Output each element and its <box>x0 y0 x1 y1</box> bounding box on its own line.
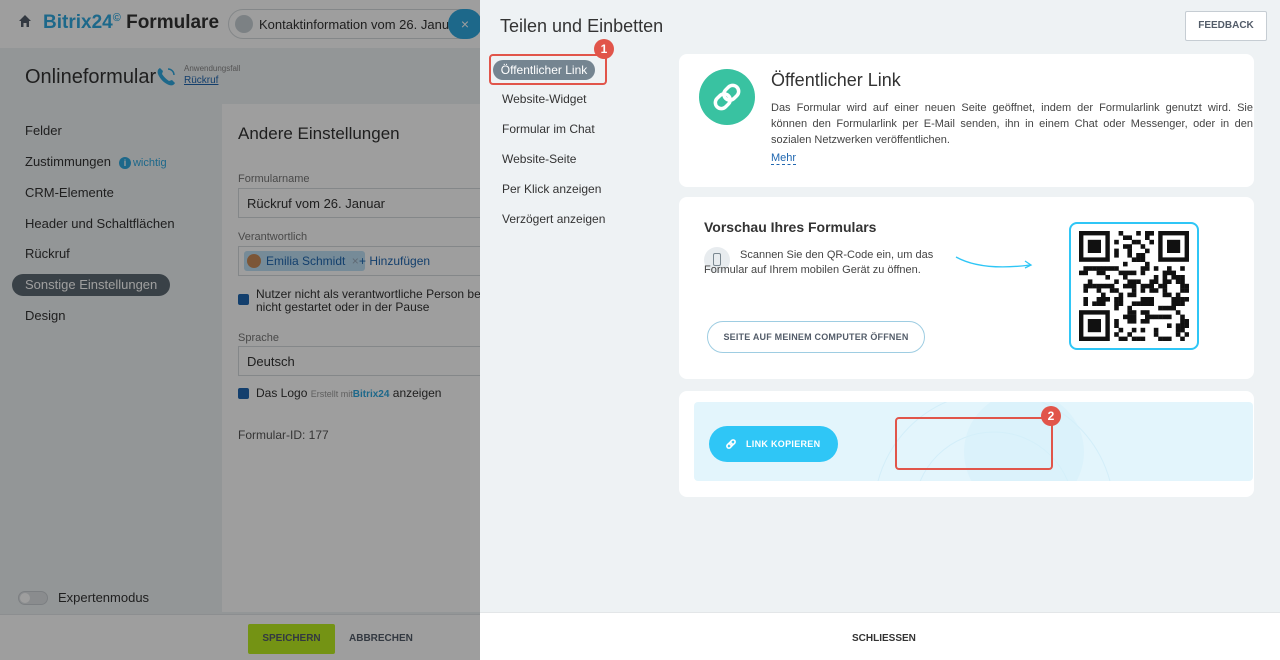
highlight-frame-2 <box>895 417 1053 470</box>
arrow-icon <box>955 256 1033 269</box>
public-link-description: Das Formular wird auf einer neuen Seite … <box>771 102 1253 146</box>
modal-overlay[interactable] <box>0 0 480 660</box>
qr-code-icon <box>1079 231 1189 341</box>
scan-instructions: Scannen Sie den QR-Code ein, um das Form… <box>704 249 934 276</box>
feedback-button[interactable]: FEEDBACK <box>1185 11 1267 41</box>
menu-item-chat-form[interactable]: Formular im Chat <box>502 122 595 136</box>
close-button[interactable]: SCHLIESSEN <box>852 633 916 644</box>
link-icon <box>726 439 736 449</box>
public-link-title: Öffentlicher Link <box>771 70 901 90</box>
preview-title: Vorschau Ihres Formulars <box>704 219 877 235</box>
step-badge-2: 2 <box>1041 406 1061 426</box>
more-link[interactable]: Mehr <box>771 152 797 165</box>
public-link-card: Öffentlicher Link Das Formular wird auf … <box>679 54 1254 187</box>
share-embed-panel: Teilen und Einbetten FEEDBACK Öffentlich… <box>480 0 1280 660</box>
highlight-frame-1 <box>489 54 607 85</box>
step-badge-1: 1 <box>594 39 614 59</box>
menu-item-website-page[interactable]: Website-Seite <box>502 152 576 166</box>
form-preview-card: Vorschau Ihres Formulars Scannen Sie den… <box>679 197 1254 379</box>
open-on-computer-button[interactable]: SEITE AUF MEINEM COMPUTER ÖFFNEN <box>707 321 925 353</box>
link-icon-circle <box>699 69 755 125</box>
copy-link-button[interactable]: LINK KOPIEREN <box>709 426 838 462</box>
qr-code <box>1069 222 1199 350</box>
panel-footer: SCHLIESSEN <box>480 612 1280 660</box>
menu-item-show-on-click[interactable]: Per Klick anzeigen <box>502 182 601 196</box>
menu-item-website-widget[interactable]: Website-Widget <box>502 92 586 106</box>
link-icon <box>713 83 741 111</box>
copy-link-label: LINK KOPIEREN <box>746 439 821 449</box>
menu-item-delayed[interactable]: Verzögert anzeigen <box>502 212 605 226</box>
panel-title: Teilen und Einbetten <box>500 16 664 36</box>
